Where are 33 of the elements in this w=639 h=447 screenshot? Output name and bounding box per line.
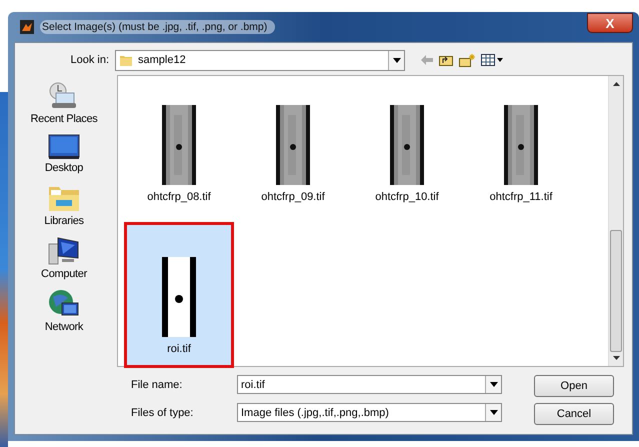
place-shortcut[interactable]: Recent Places xyxy=(30,81,98,125)
file-item[interactable]: ohtcfrp_09.tif xyxy=(238,84,348,216)
file-item[interactable]: ohtcfrp_11.tif xyxy=(466,84,576,216)
look-in-dropdown[interactable]: sample12 xyxy=(115,50,405,70)
look-in-label: Look in: xyxy=(69,54,110,66)
dropdown-arrow-icon xyxy=(490,382,498,387)
place-shortcut[interactable]: Network xyxy=(44,289,84,333)
file-type-dropdown[interactable]: Image files (.jpg,.tif,.png,.bmp) xyxy=(237,403,502,422)
file-name-label: File name: xyxy=(131,378,184,390)
scrollbar[interactable] xyxy=(608,76,623,366)
app-icon xyxy=(20,20,34,34)
file-item[interactable]: roi.tif xyxy=(124,222,234,368)
folder-icon xyxy=(119,53,133,67)
window-title: Select Image(s) (must be .jpg, .tif, .png, or .bmp) xyxy=(40,20,276,34)
file-type-label: Files of type: xyxy=(131,406,194,418)
file-name-field[interactable]: roi.tif xyxy=(237,375,502,394)
computer-icon xyxy=(48,236,80,266)
monitor-icon xyxy=(48,134,80,160)
cancel-button[interactable]: Cancel xyxy=(534,403,614,425)
file-item[interactable]: ohtcfrp_08.tif xyxy=(124,84,234,216)
scroll-up-icon[interactable] xyxy=(612,82,620,86)
file-item[interactable]: ohtcfrp_10.tif xyxy=(352,84,462,216)
close-button[interactable]: X xyxy=(587,13,633,33)
place-shortcut[interactable]: Desktop xyxy=(44,134,84,174)
new-folder-icon[interactable] xyxy=(459,54,475,66)
place-shortcut[interactable]: Computer xyxy=(41,236,87,280)
up-folder-icon[interactable] xyxy=(439,54,453,66)
open-button[interactable]: Open xyxy=(534,375,614,397)
dropdown-arrow-icon xyxy=(490,410,498,415)
scroll-down-icon[interactable] xyxy=(612,356,620,360)
view-menu-icon[interactable] xyxy=(481,54,503,66)
place-shortcut[interactable]: Libraries xyxy=(44,183,84,227)
dropdown-arrow-icon xyxy=(392,58,400,62)
